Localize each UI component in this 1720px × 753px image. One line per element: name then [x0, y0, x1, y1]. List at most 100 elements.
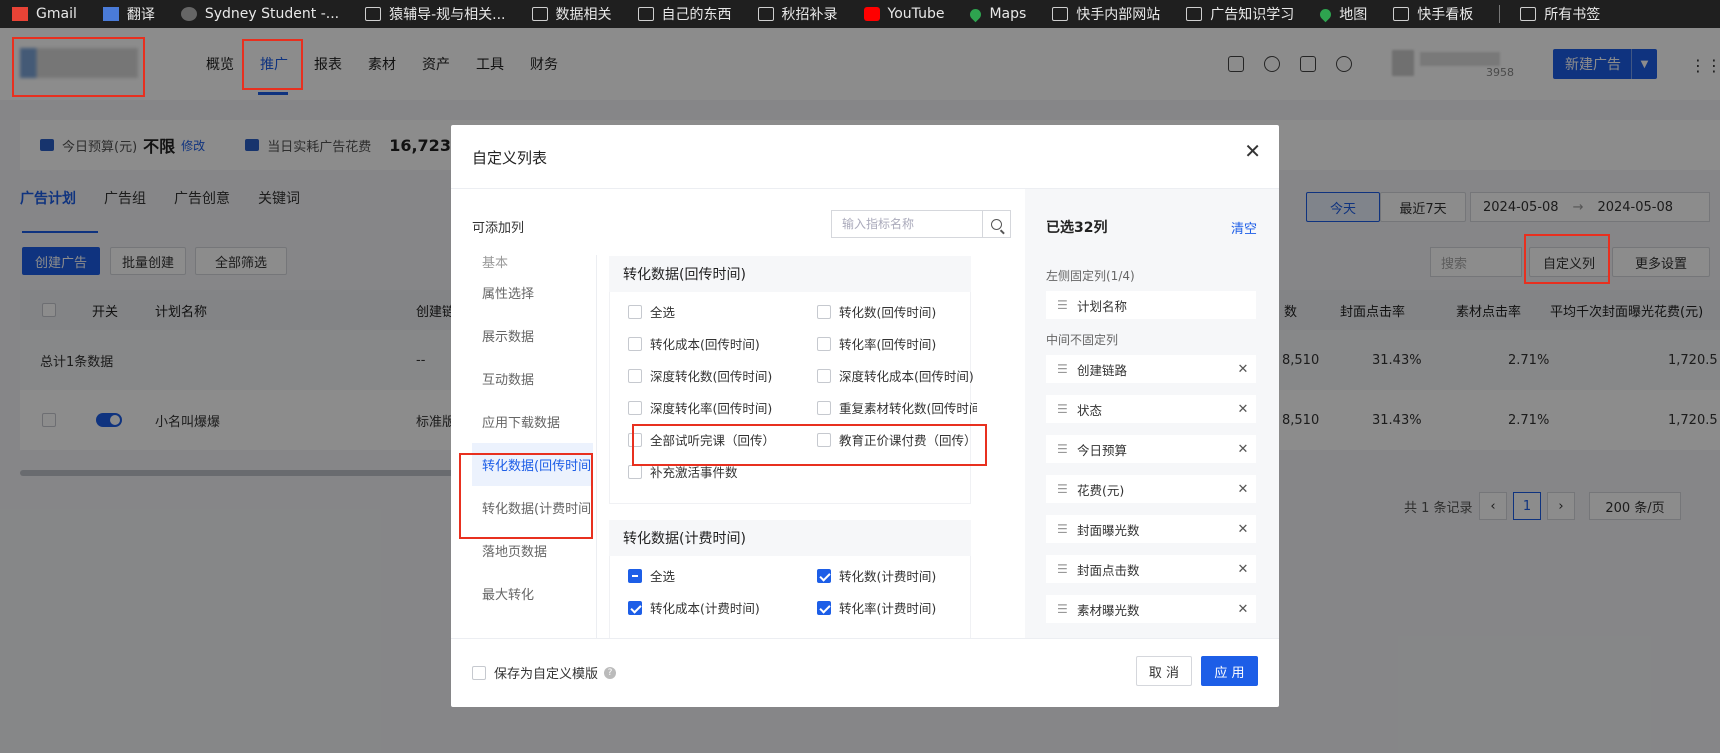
save-template-checkbox[interactable] [472, 665, 486, 680]
bookmark-item[interactable]: 快手内部网站 [1052, 4, 1160, 24]
checkbox[interactable] [817, 400, 831, 415]
clear-link[interactable]: 清空 [1231, 218, 1257, 237]
option-item[interactable]: 补充激活事件数 [628, 462, 738, 481]
selected-column-item[interactable]: ☰ 封面点击数 ✕ [1046, 555, 1256, 583]
category-item[interactable]: 属性选择 [472, 271, 593, 314]
drag-handle-icon[interactable]: ☰ [1057, 402, 1068, 416]
fixed-columns-label: 左侧固定列(1/4) [1046, 269, 1135, 283]
drag-handle-icon[interactable]: ☰ [1057, 562, 1068, 576]
option-item[interactable]: 深度转化成本(回传时间) [817, 366, 974, 385]
option-item[interactable]: 转化成本(回传时间) [628, 334, 760, 353]
option-item[interactable]: 转化数(回传时间) [817, 302, 936, 321]
category-item[interactable]: 基本 [472, 255, 593, 271]
checkbox[interactable] [817, 368, 831, 383]
checkbox[interactable] [628, 304, 642, 319]
option-item[interactable]: 全部试听完课（回传） [628, 430, 775, 449]
remove-icon[interactable]: ✕ [1230, 402, 1256, 417]
bookmark-label: 翻译 [126, 7, 155, 23]
group-options: 全选 转化数(计费时间) 转化成本(计费时间) 转化率(计费时间) [609, 556, 971, 638]
category-item[interactable]: 展示数据 [472, 314, 593, 357]
option-item[interactable]: 转化率(回传时间) [817, 334, 936, 353]
owl-icon [180, 7, 197, 21]
option-item[interactable]: 深度转化率(回传时间) [628, 398, 772, 417]
bookmark-label: 秋招补录 [781, 7, 838, 23]
search-icon [991, 218, 1002, 230]
remove-icon[interactable]: ✕ [1230, 522, 1256, 537]
remove-icon[interactable]: ✕ [1230, 362, 1256, 377]
bookmark-item[interactable]: 猿辅导-规与相关... [365, 4, 506, 24]
checkbox[interactable] [817, 304, 831, 319]
middle-columns-label: 中间不固定列 [1046, 333, 1119, 347]
selected-column-item[interactable]: ☰ 今日预算 ✕ [1046, 435, 1256, 463]
maps-icon [1318, 6, 1334, 22]
checkbox[interactable] [628, 464, 642, 479]
selected-column-item[interactable]: ☰ 状态 ✕ [1046, 395, 1256, 423]
bookmark-item[interactable]: Gmail [12, 6, 77, 22]
category-item-active[interactable]: 转化数据(回传时间) [472, 443, 593, 486]
apply-button[interactable]: 应 用 [1201, 656, 1258, 686]
drag-handle-icon[interactable]: ☰ [1057, 522, 1068, 536]
option-select-all[interactable]: 全选 [628, 302, 675, 321]
cancel-button[interactable]: 取 消 [1136, 656, 1192, 686]
remove-icon[interactable]: ✕ [1230, 442, 1256, 457]
option-item[interactable]: 转化成本(计费时间) [628, 598, 760, 617]
all-bookmarks[interactable]: 所有书签 [1520, 4, 1600, 24]
category-item[interactable]: 最大转化 [472, 572, 593, 615]
selected-column-item[interactable]: ☰ 封面曝光数 ✕ [1046, 515, 1256, 543]
selected-column-item[interactable]: ☰ 花费(元) ✕ [1046, 475, 1256, 503]
category-item[interactable]: 转化数据(计费时间) [472, 486, 593, 529]
category-item[interactable]: 应用下载数据 [472, 400, 593, 443]
checkbox[interactable] [628, 336, 642, 351]
bookmark-item[interactable]: 翻译 [102, 4, 155, 24]
bookmark-separator [1499, 5, 1501, 23]
checkbox[interactable] [628, 400, 642, 415]
option-item[interactable]: 转化率(计费时间) [817, 598, 936, 617]
option-item[interactable]: 深度转化数(回传时间) [628, 366, 772, 385]
category-item[interactable]: 互动数据 [472, 357, 593, 400]
drag-handle-icon[interactable]: ☰ [1057, 482, 1068, 496]
bookmark-label: YouTube [887, 6, 945, 22]
checkbox[interactable] [817, 600, 831, 615]
search-button[interactable] [982, 211, 1010, 237]
bookmark-item[interactable]: 地图 [1318, 4, 1367, 24]
close-icon[interactable]: ✕ [1244, 139, 1261, 163]
bookmark-item[interactable]: YouTube [863, 6, 945, 22]
checkbox[interactable] [817, 336, 831, 351]
save-template-option[interactable]: 保存为自定义模版 ? [472, 663, 617, 682]
checkbox[interactable] [628, 368, 642, 383]
checkbox[interactable] [817, 432, 831, 447]
option-select-all[interactable]: 全选 [628, 566, 675, 585]
bookmark-item[interactable]: 广告知识学习 [1186, 4, 1294, 24]
checkbox[interactable] [628, 600, 642, 615]
bookmark-item[interactable]: 自己的东西 [637, 4, 732, 24]
remove-icon[interactable]: ✕ [1230, 602, 1256, 617]
drag-handle-icon[interactable]: ☰ [1057, 298, 1068, 312]
bookmark-item[interactable]: 秋招补录 [757, 4, 838, 24]
drag-handle-icon[interactable]: ☰ [1057, 602, 1068, 616]
drag-handle-icon[interactable]: ☰ [1057, 442, 1068, 456]
folder-icon [1520, 7, 1537, 21]
metric-search[interactable] [831, 210, 1011, 238]
bookmark-item[interactable]: 快手看板 [1393, 4, 1473, 24]
question-icon[interactable]: ? [604, 666, 617, 679]
category-item[interactable]: 落地页数据 [472, 529, 593, 572]
selected-column-item[interactable]: ☰ 计划名称 [1046, 291, 1256, 319]
bookmark-item[interactable]: Maps [968, 6, 1026, 22]
bookmark-item[interactable]: 数据相关 [531, 4, 612, 24]
custom-columns-modal: 自定义列表 ✕ 可添加列 基本 属性选择 展示数据 互动数据 应用下载数据 转化… [451, 125, 1279, 707]
option-item[interactable]: 教育正价课付费（回传） [817, 430, 977, 449]
checkbox[interactable] [628, 568, 642, 583]
remove-icon[interactable]: ✕ [1230, 482, 1256, 497]
selected-column-item[interactable]: ☰ 素材曝光数 ✕ [1046, 595, 1256, 623]
checkbox[interactable] [628, 432, 642, 447]
group-title: 转化数据(回传时间) [623, 267, 746, 283]
bookmark-label: 数据相关 [555, 7, 612, 23]
checkbox[interactable] [817, 568, 831, 583]
option-item[interactable]: 重复素材转化数(回传时间) [817, 398, 977, 417]
remove-icon[interactable]: ✕ [1230, 562, 1256, 577]
option-item[interactable]: 转化数(计费时间) [817, 566, 936, 585]
selected-column-item[interactable]: ☰ 创建链路 ✕ [1046, 355, 1256, 383]
drag-handle-icon[interactable]: ☰ [1057, 362, 1068, 376]
bookmark-item[interactable]: Sydney Student -... [180, 6, 339, 22]
metric-search-input[interactable] [832, 211, 982, 237]
